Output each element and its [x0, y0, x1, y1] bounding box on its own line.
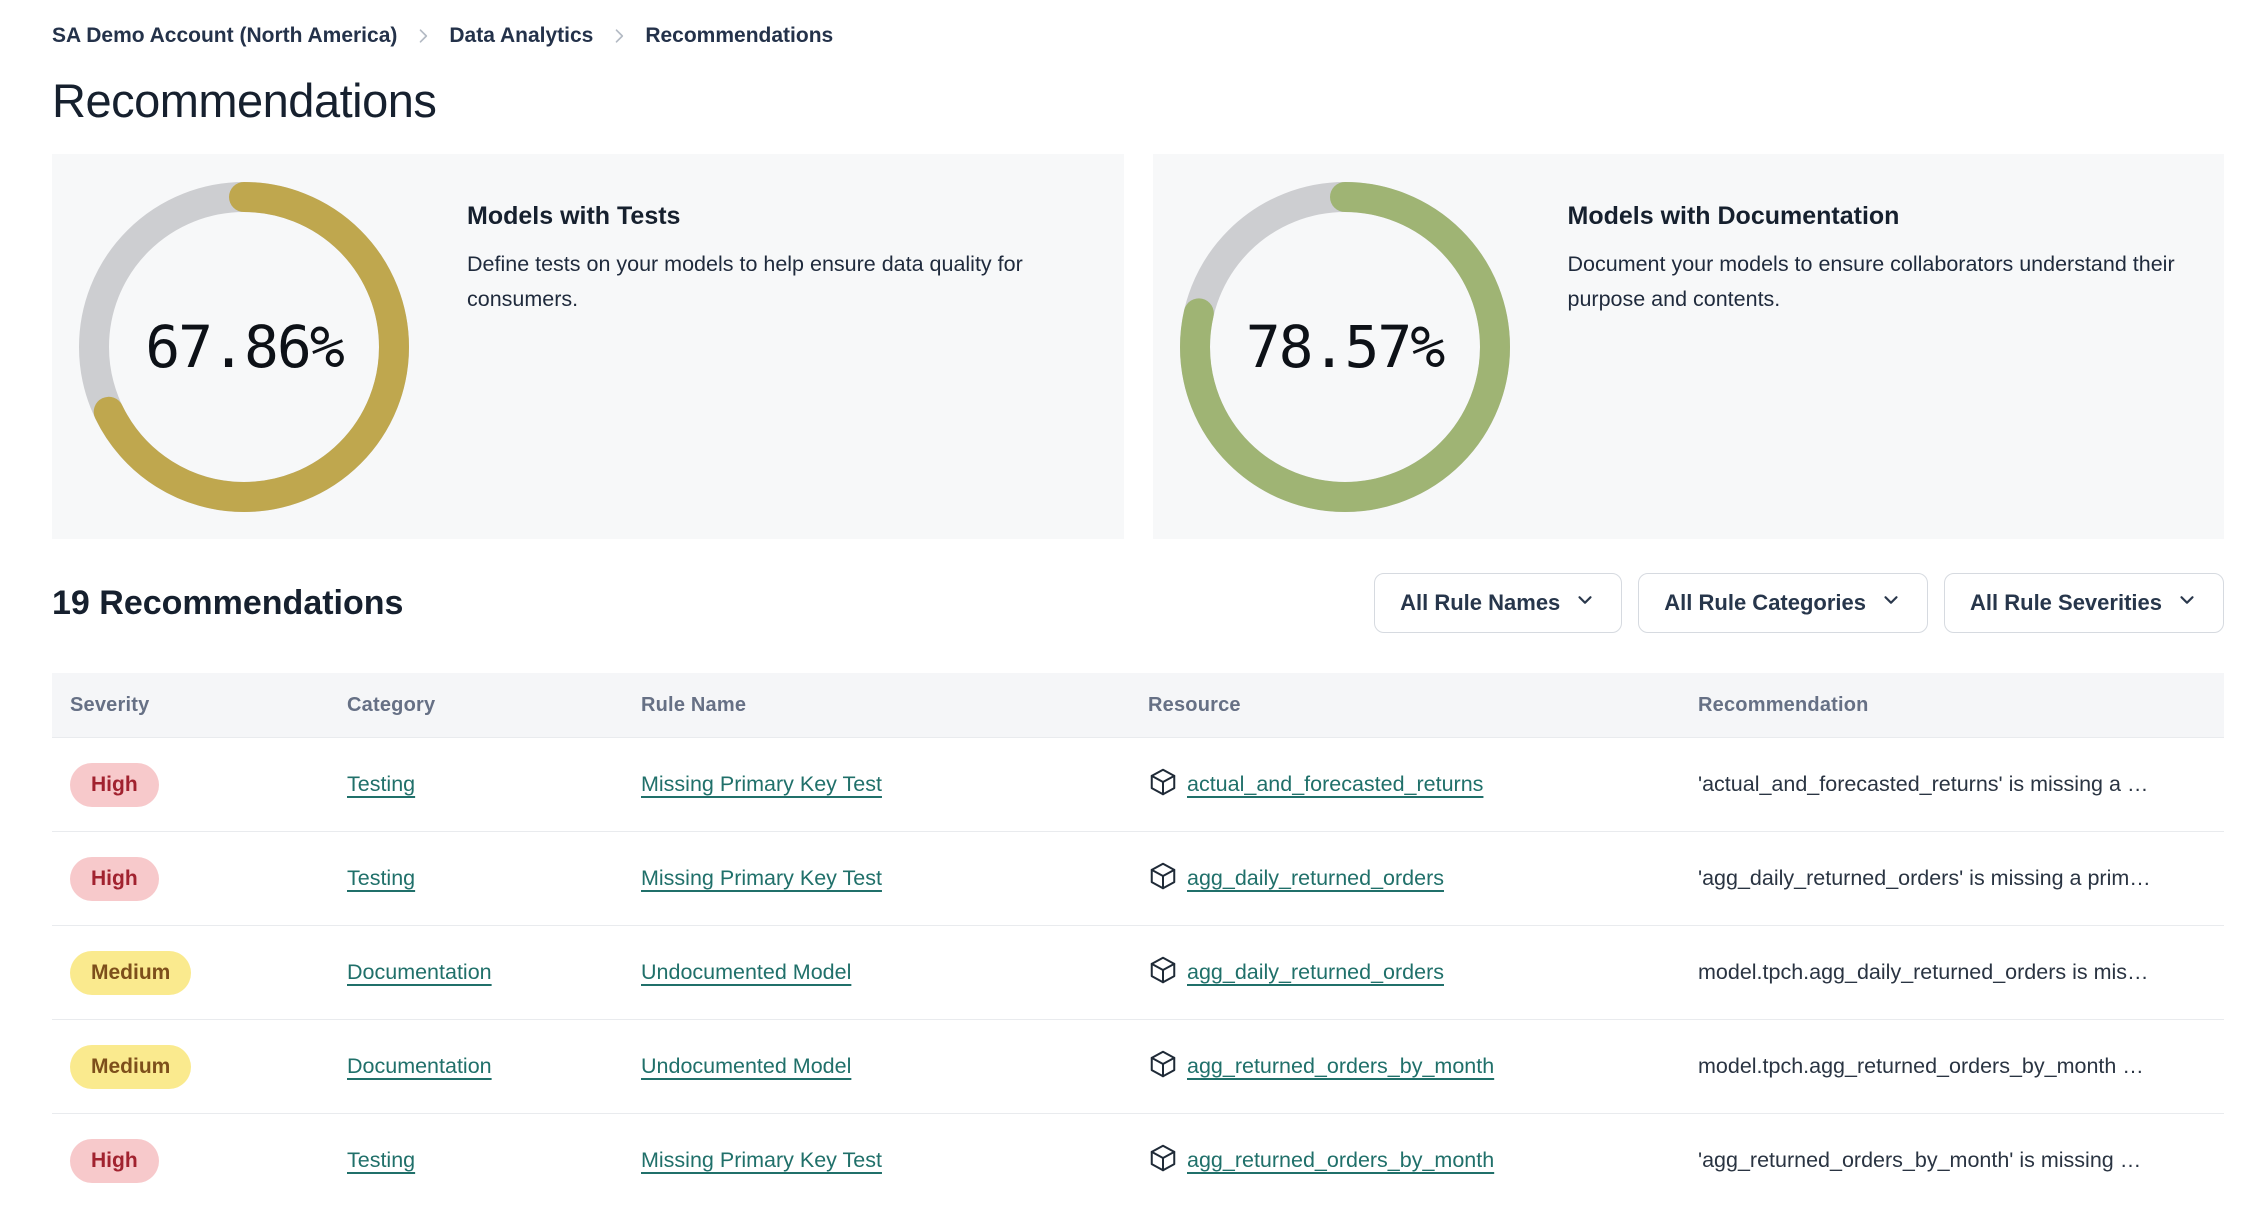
recommendation-text: 'actual_and_forecasted_returns' is missi… [1698, 772, 2149, 797]
model-cube-icon [1148, 1143, 1178, 1178]
summary-cards: 67.86% Models with Tests Define tests on… [52, 154, 2224, 540]
table-row: Medium Documentation Undocumented Model … [52, 925, 2224, 1020]
models-with-tests-card: 67.86% Models with Tests Define tests on… [52, 154, 1124, 540]
column-header-resource: Resource [1148, 693, 1241, 716]
card-description: Document your models to ensure collabora… [1567, 252, 2175, 311]
rule-name-link[interactable]: Undocumented Model [641, 1054, 851, 1078]
resource-link[interactable]: agg_daily_returned_orders [1187, 960, 1444, 985]
resource-link[interactable]: agg_returned_orders_by_month [1187, 1054, 1494, 1079]
page-title: Recommendations [52, 74, 437, 127]
chevron-right-icon [609, 26, 629, 46]
breadcrumb-project[interactable]: Data Analytics [449, 24, 593, 48]
rule-categories-filter-dropdown[interactable]: All Rule Categories [1638, 573, 1929, 634]
filter-label: All Rule Names [1400, 590, 1561, 616]
docs-percent-value: 78.57% [1245, 312, 1446, 381]
category-link[interactable]: Testing [347, 1148, 415, 1172]
recommendations-count: 19 Recommendations [52, 583, 404, 622]
model-cube-icon [1148, 767, 1178, 802]
card-title: Models with Tests [467, 202, 681, 231]
breadcrumb: SA Demo Account (North America) Data Ana… [52, 24, 2224, 48]
column-header-rule-name: Rule Name [641, 693, 747, 716]
recommendation-text: model.tpch.agg_returned_orders_by_month … [1698, 1054, 2144, 1079]
recommendations-table: Severity Category Rule Name Resource Rec… [52, 673, 2224, 1208]
resource-link[interactable]: agg_daily_returned_orders [1187, 866, 1444, 891]
table-row: Medium Documentation Undocumented Model … [52, 1019, 2224, 1114]
tests-donut-chart: 67.86% [79, 181, 409, 512]
severity-badge: High [70, 1138, 159, 1183]
column-header-recommendation: Recommendation [1698, 693, 1869, 716]
category-link[interactable]: Testing [347, 866, 415, 890]
card-title: Models with Documentation [1567, 202, 1900, 231]
table-row: High Testing Missing Primary Key Test ac… [52, 737, 2224, 832]
table-row: High Testing Missing Primary Key Test ag… [52, 831, 2224, 926]
model-cube-icon [1148, 1049, 1178, 1084]
resource-link[interactable]: agg_returned_orders_by_month [1187, 1148, 1494, 1173]
recommendation-text: model.tpch.agg_daily_returned_orders is … [1698, 960, 2149, 985]
severity-badge: Medium [70, 1044, 192, 1089]
model-cube-icon [1148, 861, 1178, 896]
category-link[interactable]: Documentation [347, 1054, 492, 1078]
rule-name-link[interactable]: Missing Primary Key Test [641, 866, 882, 890]
recommendation-text: 'agg_daily_returned_orders' is missing a… [1698, 866, 2151, 891]
filter-bar: All Rule Names All Rule Categories All R… [1374, 573, 2224, 634]
rule-name-link[interactable]: Undocumented Model [641, 960, 851, 984]
table-row: High Testing Missing Primary Key Test ag… [52, 1113, 2224, 1208]
recommendations-page: SA Demo Account (North America) Data Ana… [0, 0, 2248, 1208]
category-link[interactable]: Testing [347, 772, 415, 796]
rule-name-link[interactable]: Missing Primary Key Test [641, 772, 882, 796]
severity-badge: Medium [70, 950, 192, 995]
chevron-down-icon [2176, 589, 2198, 617]
filter-label: All Rule Categories [1664, 590, 1867, 616]
severity-badge: High [70, 762, 159, 807]
column-header-category: Category [347, 693, 436, 716]
docs-donut-chart: 78.57% [1179, 181, 1510, 512]
model-cube-icon [1148, 955, 1178, 990]
table-header-row: Severity Category Rule Name Resource Rec… [52, 673, 2224, 738]
models-with-documentation-card: 78.57% Models with Documentation Documen… [1152, 154, 2224, 540]
filter-label: All Rule Severities [1970, 590, 2162, 616]
resource-link[interactable]: actual_and_forecasted_returns [1187, 772, 1483, 797]
breadcrumb-account[interactable]: SA Demo Account (North America) [52, 24, 397, 48]
tests-percent-value: 67.86% [145, 312, 345, 381]
severity-badge: High [70, 856, 159, 901]
breadcrumb-current: Recommendations [645, 24, 834, 47]
category-link[interactable]: Documentation [347, 960, 492, 984]
recommendation-text: 'agg_returned_orders_by_month' is missin… [1698, 1148, 2142, 1173]
rule-names-filter-dropdown[interactable]: All Rule Names [1374, 573, 1623, 634]
rule-severities-filter-dropdown[interactable]: All Rule Severities [1944, 573, 2224, 634]
column-header-severity: Severity [70, 693, 150, 716]
rule-name-link[interactable]: Missing Primary Key Test [641, 1148, 882, 1172]
chevron-down-icon [1880, 589, 1902, 617]
card-description: Define tests on your models to help ensu… [467, 252, 1023, 311]
chevron-right-icon [413, 26, 433, 46]
table-body: High Testing Missing Primary Key Test ac… [52, 737, 2224, 1208]
chevron-down-icon [1574, 589, 1596, 617]
